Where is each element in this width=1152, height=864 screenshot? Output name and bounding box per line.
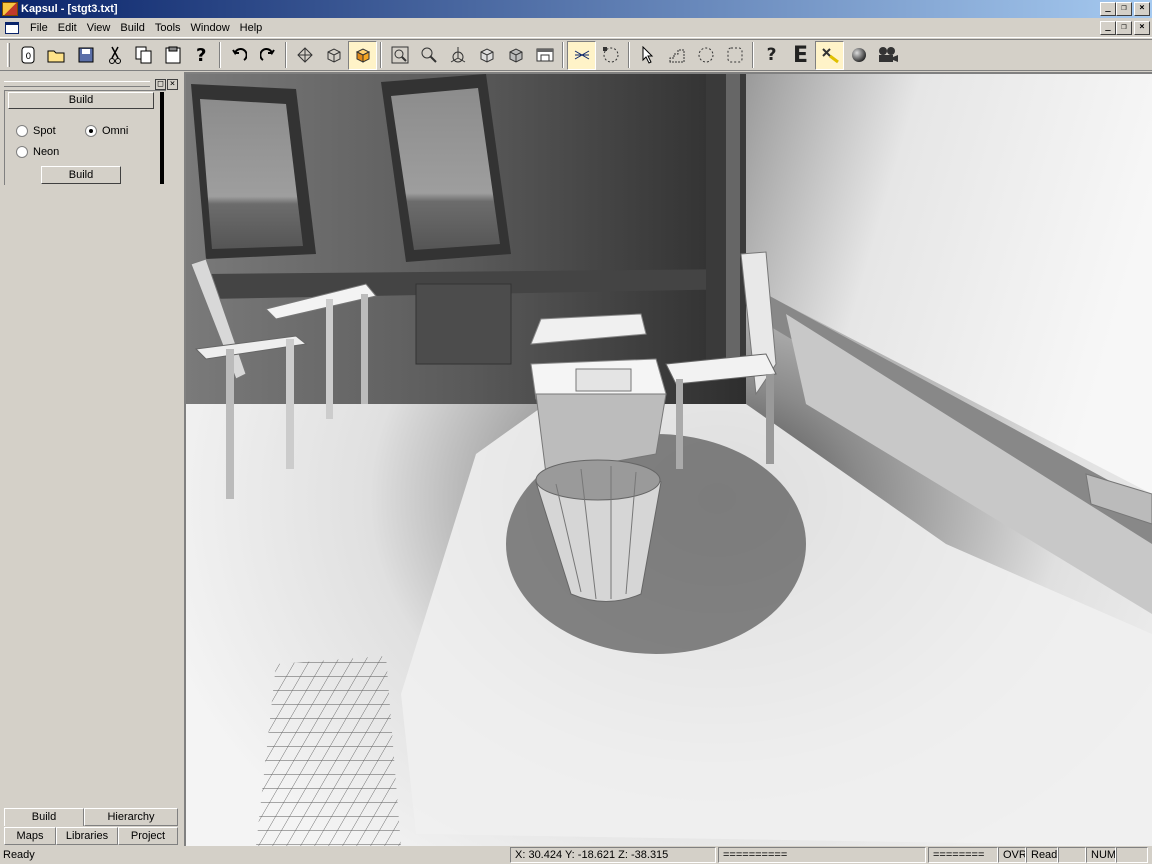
- restore-button[interactable]: ❐: [1116, 2, 1132, 16]
- toolbar-separator: [285, 42, 287, 68]
- menu-help[interactable]: Help: [235, 22, 268, 34]
- panel-grip[interactable]: [4, 81, 150, 87]
- pointer-icon[interactable]: [633, 41, 662, 70]
- toolbar-separator: [628, 42, 630, 68]
- doc-minimize-button[interactable]: _: [1100, 21, 1116, 35]
- menu-tools[interactable]: Tools: [150, 22, 186, 34]
- doc-restore-button[interactable]: ❐: [1116, 21, 1132, 35]
- copy-icon[interactable]: [129, 41, 158, 70]
- zoom-icon[interactable]: [414, 41, 443, 70]
- menu-window[interactable]: Window: [186, 22, 235, 34]
- front-view-icon[interactable]: [472, 41, 501, 70]
- sphere-icon[interactable]: [844, 41, 873, 70]
- rendered-scene[interactable]: [186, 74, 1152, 846]
- toolbar-separator: [752, 42, 754, 68]
- svg-text:?: ?: [196, 45, 206, 65]
- status-ovr: OVR: [998, 847, 1026, 863]
- undo-icon[interactable]: [224, 41, 253, 70]
- radio-neon-label: Neon: [33, 146, 60, 158]
- stairs-icon[interactable]: [662, 41, 691, 70]
- status-ready: Ready: [3, 849, 35, 861]
- status-num: NUM: [1086, 847, 1116, 863]
- menu-edit[interactable]: Edit: [53, 22, 82, 34]
- circle-icon[interactable]: [691, 41, 720, 70]
- rectangle-icon[interactable]: [720, 41, 749, 70]
- status-field-b: ========: [928, 847, 998, 863]
- toolbar-grip[interactable]: [7, 43, 10, 67]
- radio-neon-dot[interactable]: [16, 146, 28, 158]
- zoom-extents-icon[interactable]: [385, 41, 414, 70]
- light-icon[interactable]: [815, 40, 844, 70]
- radio-spot-label: Spot: [33, 125, 56, 137]
- menu-build[interactable]: Build: [115, 22, 149, 34]
- close-button[interactable]: ×: [1134, 2, 1150, 16]
- select-region-icon[interactable]: [596, 41, 625, 70]
- top-view-icon[interactable]: [501, 41, 530, 70]
- status-blank-2: [1116, 847, 1148, 863]
- build-header-button[interactable]: Build: [8, 92, 154, 109]
- panel-header: □ ×: [4, 78, 178, 90]
- radio-omni-dot[interactable]: [85, 125, 97, 137]
- tabs-bottom-row: Maps Libraries Project: [4, 827, 178, 845]
- radio-spot-dot[interactable]: [16, 125, 28, 137]
- panel-restore-icon[interactable]: □: [155, 78, 166, 90]
- tab-project[interactable]: Project: [118, 827, 178, 845]
- question-icon[interactable]: ?: [757, 41, 786, 70]
- status-coordinates: X: 30.424 Y: -18.621 Z: -38.315: [510, 847, 716, 863]
- status-blank: [1058, 847, 1086, 863]
- svg-text:0: 0: [25, 52, 31, 62]
- toolbar-separator: [219, 42, 221, 68]
- radio-neon[interactable]: Neon: [16, 146, 59, 158]
- tab-maps[interactable]: Maps: [4, 827, 56, 845]
- title-bar: Kapsul - [stgt3.txt] _ ❐ ×: [0, 0, 1152, 18]
- tab-hierarchy[interactable]: Hierarchy: [84, 808, 178, 826]
- redo-icon[interactable]: [253, 41, 282, 70]
- toolbar: 0 ? ? E: [0, 39, 1152, 71]
- radio-omni[interactable]: Omni: [85, 125, 128, 137]
- left-panel: □ × Build Spot Omni Neon Build Build Hie…: [0, 72, 184, 846]
- status-read: Read: [1026, 847, 1058, 863]
- menu-file[interactable]: File: [25, 22, 53, 34]
- tab-libraries[interactable]: Libraries: [56, 827, 118, 845]
- tabs-top-row: Build Hierarchy: [4, 808, 178, 826]
- 3d-viewport[interactable]: [184, 72, 1152, 846]
- save-icon[interactable]: [71, 41, 100, 70]
- snap-icon[interactable]: [567, 40, 596, 70]
- cut-icon[interactable]: [100, 41, 129, 70]
- status-field-a: ==========: [718, 847, 926, 863]
- radio-omni-label: Omni: [102, 125, 129, 137]
- minimize-button[interactable]: _: [1100, 2, 1116, 16]
- panel-scrollbar[interactable]: [158, 92, 164, 184]
- toolbar-separator: [380, 42, 382, 68]
- window-title: Kapsul - [stgt3.txt]: [21, 3, 118, 15]
- tab-build[interactable]: Build: [4, 808, 84, 826]
- box-icon[interactable]: [319, 41, 348, 70]
- help-cursor-icon[interactable]: ?: [187, 41, 216, 70]
- document-icon[interactable]: [5, 21, 19, 34]
- camera-icon[interactable]: [873, 41, 902, 70]
- paste-icon[interactable]: [158, 41, 187, 70]
- window-icon[interactable]: [530, 41, 559, 70]
- solid-box-icon[interactable]: [348, 40, 377, 70]
- doc-close-button[interactable]: ×: [1134, 21, 1150, 35]
- kapsul-app-icon[interactable]: [2, 2, 18, 16]
- panel-close-icon[interactable]: ×: [167, 78, 178, 90]
- menu-bar: File Edit View Build Tools Window Help _…: [0, 18, 1152, 38]
- entity-icon[interactable]: E: [786, 41, 815, 70]
- wireframe-icon[interactable]: [290, 41, 319, 70]
- toolbar-separator: [562, 42, 564, 68]
- axis-icon[interactable]: [443, 41, 472, 70]
- open-icon[interactable]: [42, 41, 71, 70]
- new-icon[interactable]: 0: [13, 41, 42, 70]
- build-button[interactable]: Build: [41, 166, 121, 184]
- radio-spot[interactable]: Spot: [16, 125, 56, 137]
- status-bar: Ready X: 30.424 Y: -18.621 Z: -38.315 ==…: [0, 846, 1152, 864]
- menu-view[interactable]: View: [82, 22, 116, 34]
